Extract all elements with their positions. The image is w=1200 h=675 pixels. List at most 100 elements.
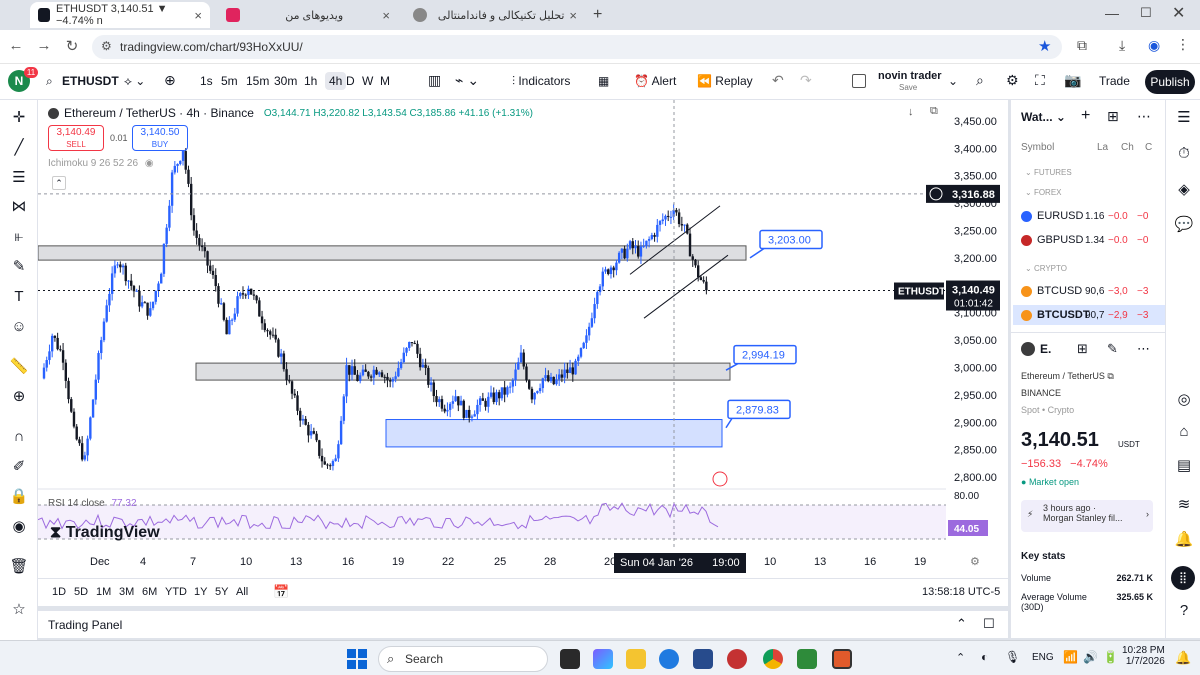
candle-body[interactable] [615, 262, 618, 271]
candle-body[interactable] [473, 414, 476, 417]
candle-body[interactable] [617, 252, 621, 263]
candle-body[interactable] [435, 396, 438, 403]
candle-body[interactable] [239, 293, 242, 297]
interval-1h[interactable]: 1h [304, 74, 317, 88]
candle-body[interactable] [489, 392, 493, 397]
chevron-down-icon[interactable]: ⌄ [948, 74, 958, 88]
new-tab-button[interactable]: + [593, 6, 602, 24]
candle-body[interactable] [285, 369, 288, 381]
candle-body[interactable] [590, 318, 594, 327]
candle-body[interactable] [53, 335, 57, 338]
candle-body[interactable] [364, 369, 367, 372]
candle-body[interactable] [236, 296, 239, 314]
candle-body[interactable] [173, 165, 177, 173]
close-icon[interactable]: × [194, 8, 202, 23]
candle-body[interactable] [350, 366, 354, 375]
candle-body[interactable] [86, 438, 89, 456]
close-icon[interactable]: × [382, 8, 390, 23]
candle-body[interactable] [266, 330, 269, 332]
edge-icon[interactable] [659, 649, 679, 669]
candle-body[interactable] [462, 400, 465, 418]
candle-body[interactable] [252, 294, 256, 296]
interval-15m[interactable]: 15m [246, 74, 269, 88]
candle-body[interactable] [446, 409, 449, 412]
candle-body[interactable] [320, 455, 324, 462]
candle-body[interactable] [334, 458, 337, 462]
tray-chevron-icon[interactable]: ⌃ [956, 651, 965, 664]
candle-body[interactable] [468, 409, 471, 418]
reload-icon[interactable]: ↻ [62, 37, 82, 55]
symbol-button[interactable]: ETHUSDT [62, 74, 119, 88]
calendar-icon[interactable]: 📅 [273, 584, 289, 600]
candle-body[interactable] [566, 369, 569, 374]
candle-body[interactable] [596, 292, 599, 305]
candle-body[interactable] [438, 399, 441, 403]
candle-body[interactable] [388, 380, 392, 382]
candle-body[interactable] [337, 444, 340, 459]
alert-button[interactable]: ⏰ Alert [634, 74, 676, 88]
maximize-button[interactable]: ☐ [1140, 5, 1152, 21]
watchlist-row-gbpusd[interactable]: GBPUSD 1.34 −0.0 −0 [1021, 230, 1161, 250]
candle-body[interactable] [634, 246, 637, 249]
range-1y[interactable]: 1Y [194, 586, 207, 598]
replay-button[interactable]: ⏪ Replay [697, 74, 753, 88]
candle-body[interactable] [394, 376, 397, 379]
candle-body[interactable] [113, 265, 117, 274]
candle-body[interactable] [557, 374, 561, 380]
chart-type-icon[interactable]: ⌁ ⌄ [455, 72, 479, 89]
store-icon[interactable] [693, 649, 713, 669]
candle-body[interactable] [391, 378, 395, 382]
menu-kebab-icon[interactable]: ⋮ [1176, 36, 1190, 53]
news-card[interactable]: ⚡ 3 hours ago · Morgan Stanley fil... › [1021, 500, 1153, 532]
candle-body[interactable] [527, 380, 531, 389]
candle-body[interactable] [677, 212, 681, 225]
trade-button[interactable]: Trade [1099, 74, 1130, 88]
candle-body[interactable] [187, 169, 190, 184]
candle-body[interactable] [260, 316, 264, 324]
candle-body[interactable] [59, 349, 62, 351]
extensions-icon[interactable]: ⧉ [1077, 37, 1087, 54]
range-3m[interactable]: 3M [119, 586, 134, 598]
candle-body[interactable] [593, 304, 596, 319]
range-6m[interactable]: 6M [142, 586, 157, 598]
chart-area[interactable]: 3,450.00 3,400.00 3,350.00 3,300.00 3,250.00… [38, 100, 1008, 605]
candle-body[interactable] [427, 367, 430, 385]
candle-body[interactable] [323, 461, 326, 465]
candle-body[interactable] [587, 326, 591, 336]
candle-body[interactable] [75, 426, 78, 440]
eye-icon[interactable]: ◉ [9, 517, 29, 537]
candle-body[interactable] [696, 265, 700, 278]
candle-body[interactable] [533, 392, 536, 400]
candle-body[interactable] [127, 280, 130, 282]
range-1d[interactable]: 1D [52, 586, 66, 598]
candle-body[interactable] [219, 303, 223, 305]
candle-body[interactable] [440, 399, 444, 409]
browser-tab[interactable]: ویدیوهای من × [218, 2, 398, 28]
candle-body[interactable] [620, 248, 624, 253]
candle-body[interactable] [222, 303, 226, 320]
candle-body[interactable] [296, 395, 299, 411]
candle-body[interactable] [492, 392, 495, 403]
taskbar-search[interactable]: ⌕ Search [378, 646, 548, 672]
candle-body[interactable] [70, 399, 73, 412]
candle-body[interactable] [339, 420, 343, 445]
ruler-icon[interactable]: 📏 [9, 357, 29, 377]
candle-body[interactable] [348, 365, 351, 375]
candle-body[interactable] [413, 343, 416, 345]
browser-tab-active[interactable]: ETHUSDT 3,140.51 ▼ −4.74% n × [30, 2, 210, 28]
candle-body[interactable] [200, 245, 204, 248]
apps-grid-icon[interactable]: ⣿ [1171, 566, 1195, 590]
candle-body[interactable] [503, 387, 506, 395]
help-icon[interactable]: ? [1174, 602, 1194, 622]
candle-body[interactable] [119, 264, 122, 268]
candle-body[interactable] [331, 461, 335, 466]
candle-body[interactable] [637, 246, 640, 257]
candle-body[interactable] [48, 351, 51, 361]
camera-icon[interactable]: 📷 [1064, 72, 1081, 89]
candle-body[interactable] [688, 233, 692, 257]
candle-body[interactable] [301, 418, 305, 421]
candle-body[interactable] [552, 376, 555, 385]
layout-icon[interactable] [852, 74, 866, 88]
watchlist-row-btcusd[interactable]: BTCUSD 90,6 −3,0 −3 [1021, 281, 1161, 301]
candle-body[interactable] [233, 313, 237, 320]
